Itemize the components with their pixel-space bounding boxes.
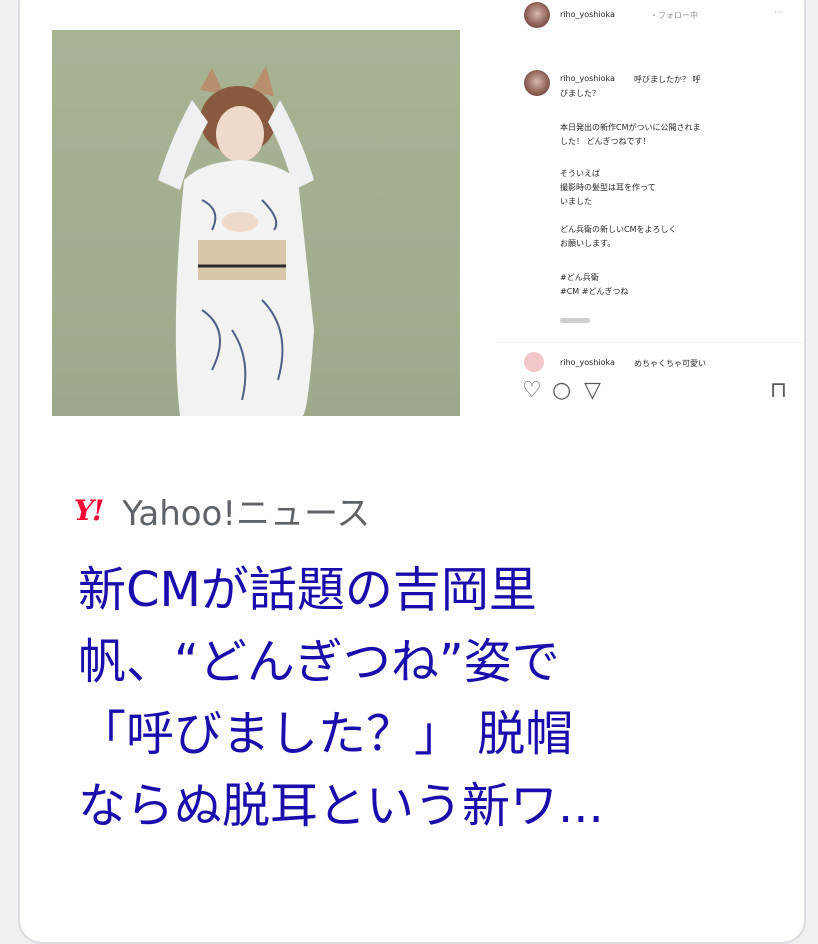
more-options-icon[interactable]: ···	[774, 8, 782, 17]
divider	[498, 342, 802, 343]
caption-avatar	[524, 70, 550, 96]
caption-line: どん兵衛の新しいCMをよろしく	[560, 225, 677, 234]
yahoo-logo-icon: Y!	[74, 493, 104, 527]
headline-line: 新CMが話題の吉岡里	[78, 562, 537, 618]
caption-line: 撮影時の髪型は耳を作って	[560, 183, 656, 192]
post-username[interactable]: riho_yoshioka	[560, 10, 615, 19]
kimono-figure-illustration	[158, 66, 314, 416]
comment-text: めちゃくちゃ可愛い	[634, 359, 706, 368]
post-photo	[52, 30, 460, 416]
caption-line: いました	[560, 197, 592, 206]
share-icon[interactable]: ▽	[584, 378, 601, 403]
comment-username[interactable]: riho_yoshioka	[560, 358, 615, 367]
news-card[interactable]: riho_yoshioka ・フォロー中 ··· riho_yoshioka 呼…	[18, 0, 806, 944]
follow-label[interactable]: ・フォロー中	[650, 10, 698, 21]
caption-line: 呼びましたか？ 呼	[634, 75, 701, 84]
caption-line: びました？	[560, 89, 600, 98]
news-source: Y! Yahoo!ニュース	[74, 488, 371, 534]
article-headline[interactable]: 新CMが話題の吉岡里 帆、“どんぎつね”姿で 「呼びました？」 脱帽 ならぬ脱耳…	[78, 554, 778, 842]
headline-line: 帆、“どんぎつね”姿で	[78, 634, 560, 690]
caption-username[interactable]: riho_yoshioka	[560, 74, 615, 83]
caption-line: お願いします。	[560, 239, 616, 248]
caption-line: 本日発出の新作CMがついに公開されま	[560, 123, 701, 132]
bookmark-icon[interactable]: ⊓	[770, 378, 787, 403]
article-thumbnail[interactable]: riho_yoshioka ・フォロー中 ··· riho_yoshioka 呼…	[52, 0, 802, 440]
timestamp-placeholder	[560, 318, 590, 323]
heart-icon[interactable]: ♡	[522, 378, 542, 403]
caption-line: した！ どんぎつねです！	[560, 137, 651, 146]
avatar[interactable]	[524, 2, 550, 28]
comment-icon[interactable]: ○	[552, 378, 571, 403]
caption-hashtag[interactable]: #どん兵衛	[560, 272, 599, 283]
instagram-post-panel: riho_yoshioka ・フォロー中 ··· riho_yoshioka 呼…	[498, 0, 802, 440]
caption-hashtag[interactable]: #CM #どんぎつね	[560, 286, 628, 297]
caption-line: そういえば	[560, 169, 600, 178]
headline-line: ならぬ脱耳という新ワ...	[78, 778, 604, 834]
headline-line: 「呼びました？」 脱帽	[78, 706, 574, 762]
comment-avatar	[524, 352, 544, 372]
source-name: Yahoo!ニュース	[122, 493, 371, 534]
